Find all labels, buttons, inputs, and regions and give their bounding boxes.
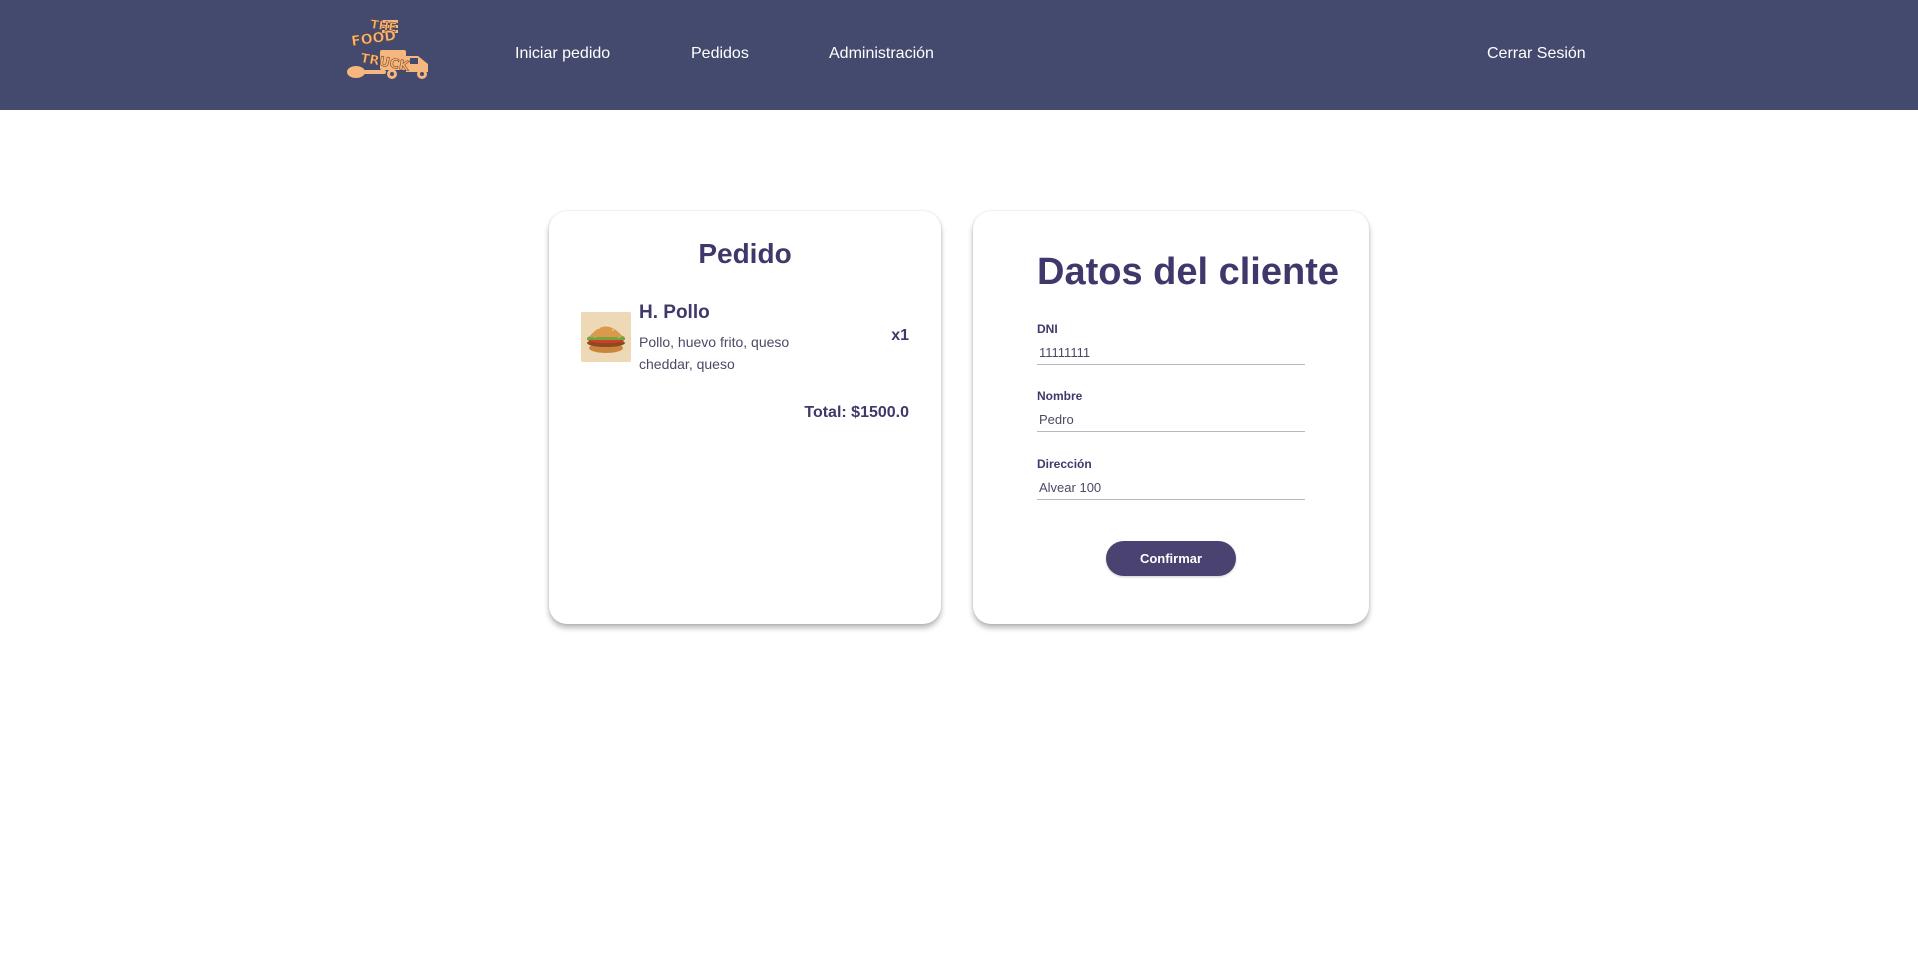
item-quantity: x1 [891,327,909,344]
order-card: Pedido H. Pollo Pollo, huevo frito, ques… [549,211,941,624]
nombre-label: Nombre [1037,389,1083,403]
client-title: Datos del cliente [1037,251,1339,293]
svg-text:FOOD: FOOD [350,28,397,50]
nav-administracion[interactable]: Administración [829,44,934,64]
burger-image [581,312,631,362]
nombre-field[interactable] [1037,408,1305,432]
confirm-button[interactable]: Confirmar [1106,541,1236,576]
client-card: Datos del cliente DNI Nombre Dirección C… [973,211,1369,624]
item-description: Pollo, huevo frito, queso cheddar, queso [639,334,790,372]
item-name: H. Pollo [639,302,710,323]
order-total: Total: $1500.0 [804,404,909,421]
dni-field[interactable] [1037,341,1305,365]
nav-pedidos[interactable]: Pedidos [691,44,749,64]
top-navbar: THE FOOD TRUCK Iniciar pedido Pedidos Ad… [0,0,1918,110]
logout-link[interactable]: Cerrar Sesión [1487,44,1586,64]
dni-label: DNI [1037,322,1058,336]
nav-iniciar-pedido[interactable]: Iniciar pedido [515,44,610,64]
order-title: Pedido [698,238,792,269]
direccion-field[interactable] [1037,476,1305,500]
food-truck-logo[interactable]: THE FOOD TRUCK [334,14,438,86]
direccion-label: Dirección [1037,457,1092,471]
